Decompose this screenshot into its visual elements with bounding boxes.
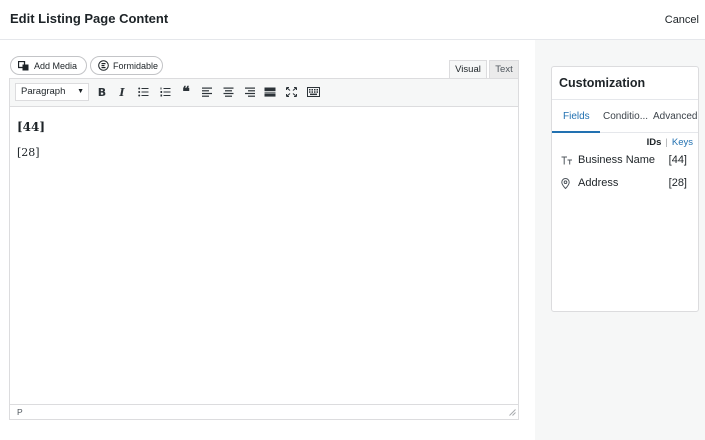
read-more-icon[interactable]	[263, 85, 277, 99]
ids-keys-separator: |	[665, 137, 668, 148]
tab-conditionals[interactable]: Conditio...	[603, 111, 648, 122]
tab-text[interactable]: Text	[489, 60, 519, 78]
ids-keys-toggle: IDs | Keys	[647, 137, 693, 148]
rich-text-editor: Paragraph ▼ B I ❝ [44] [28] P	[9, 78, 519, 420]
modal-header: Edit Listing Page Content Cancel	[0, 0, 705, 40]
format-select-value: Paragraph	[21, 86, 66, 97]
location-pin-icon	[561, 177, 575, 189]
editor-toolbar: Paragraph ▼ B I ❝	[10, 79, 518, 107]
chevron-down-icon: ▼	[77, 88, 84, 95]
keys-toggle[interactable]: Keys	[672, 137, 693, 148]
active-tab-indicator	[552, 131, 600, 133]
align-left-icon[interactable]	[200, 85, 214, 99]
align-center-icon[interactable]	[221, 85, 235, 99]
ids-toggle[interactable]: IDs	[647, 137, 662, 148]
field-id: [28]	[668, 177, 687, 189]
text-field-icon	[561, 156, 575, 165]
element-path[interactable]: P	[17, 407, 23, 417]
customization-panel: Customization Fields Conditio... Advance…	[551, 66, 699, 312]
editor-content[interactable]: [44] [28]	[10, 107, 518, 405]
bullet-list-icon[interactable]	[136, 85, 150, 99]
add-media-label: Add Media	[34, 60, 78, 71]
tab-advanced[interactable]: Advanced	[653, 111, 697, 122]
content-shortcode-address: [28]	[17, 146, 40, 159]
numbered-list-icon[interactable]	[158, 85, 172, 99]
field-item[interactable]: Address [28]	[561, 177, 687, 189]
field-item[interactable]: Business Name [44]	[561, 154, 687, 166]
field-name: Address	[578, 177, 619, 189]
cancel-button[interactable]: Cancel	[665, 14, 699, 26]
fullscreen-icon[interactable]	[284, 85, 298, 99]
field-id: [44]	[668, 154, 687, 166]
formidable-label: Formidable	[113, 60, 159, 71]
toolbar-toggle-icon[interactable]	[306, 85, 320, 99]
format-select[interactable]: Paragraph ▼	[15, 83, 89, 101]
add-media-button[interactable]: Add Media	[10, 56, 87, 75]
modal-title: Edit Listing Page Content	[10, 11, 169, 26]
formidable-button[interactable]: Formidable	[90, 56, 163, 75]
italic-icon[interactable]: I	[115, 85, 129, 99]
resize-handle-icon[interactable]	[509, 408, 516, 418]
content-shortcode-business-name: [44]	[17, 120, 46, 134]
field-name: Business Name	[578, 154, 656, 166]
bold-icon[interactable]: B	[95, 85, 109, 99]
tab-fields[interactable]: Fields	[563, 111, 590, 122]
align-right-icon[interactable]	[242, 85, 256, 99]
customization-title: Customization	[552, 67, 698, 100]
formidable-icon	[98, 60, 109, 71]
editor-statusbar: P	[10, 404, 518, 419]
add-media-icon	[18, 60, 30, 71]
tab-visual[interactable]: Visual	[449, 60, 487, 78]
blockquote-icon[interactable]: ❝	[179, 84, 193, 100]
